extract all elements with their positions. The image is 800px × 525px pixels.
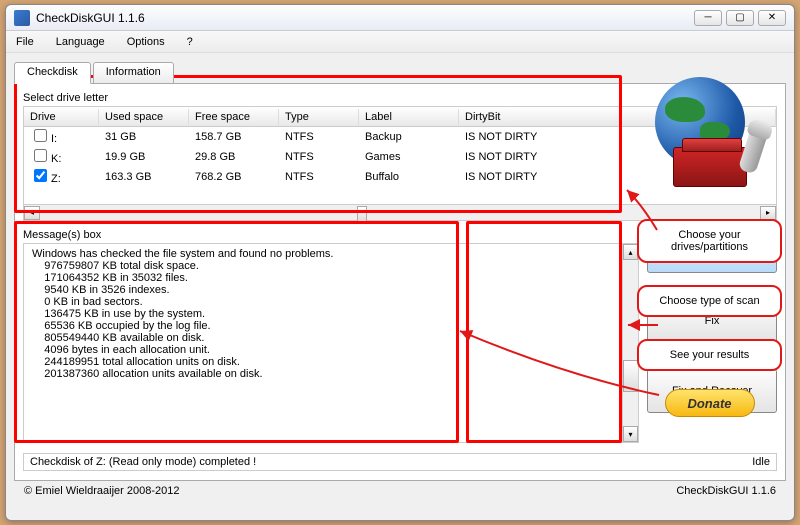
vertical-scrollbar[interactable]: ▴ ▾: [622, 244, 638, 442]
drive-checkbox[interactable]: [34, 169, 47, 182]
app-icon: [14, 10, 30, 26]
side-panel: Choose your drives/partitions Choose typ…: [637, 77, 782, 507]
message-line: 136475 KB in use by the system.: [32, 308, 630, 320]
tab-information[interactable]: Information: [93, 62, 174, 84]
message-line: 171064352 KB in 35032 files.: [32, 272, 630, 284]
col-label[interactable]: Label: [359, 109, 459, 125]
col-used[interactable]: Used space: [99, 109, 189, 125]
status-left: Checkdisk of Z: (Read only mode) complet…: [30, 456, 256, 468]
messages-label: Message(s) box: [23, 229, 639, 241]
scroll-left-button[interactable]: ◂: [24, 206, 40, 220]
message-line: Windows has checked the file system and …: [32, 248, 630, 260]
drive-checkbox[interactable]: [34, 149, 47, 162]
menu-file[interactable]: File: [12, 34, 38, 50]
window-title: CheckDiskGUI 1.1.6: [36, 11, 694, 25]
message-line: 65536 KB occupied by the log file.: [32, 320, 630, 332]
message-line: 9540 KB in 3526 indexes.: [32, 284, 630, 296]
message-line: 805549440 KB available on disk.: [32, 332, 630, 344]
menubar: File Language Options ?: [6, 31, 794, 53]
scroll-up-button[interactable]: ▴: [623, 244, 638, 260]
tabstrip: Checkdisk Information: [14, 62, 786, 84]
col-drive[interactable]: Drive: [24, 109, 99, 125]
messages-box[interactable]: Windows has checked the file system and …: [23, 243, 639, 443]
menu-options[interactable]: Options: [123, 34, 169, 50]
drive-checkbox[interactable]: [34, 129, 47, 142]
maximize-button[interactable]: ▢: [726, 10, 754, 26]
col-free[interactable]: Free space: [189, 109, 279, 125]
donate-button[interactable]: Donate: [665, 389, 755, 417]
minimize-button[interactable]: ─: [694, 10, 722, 26]
message-line: 0 KB in bad sectors.: [32, 296, 630, 308]
copyright: © Emiel Wieldraaijer 2008-2012: [24, 485, 179, 497]
scroll-track-v[interactable]: [623, 260, 638, 426]
menu-help[interactable]: ?: [183, 34, 197, 50]
close-button[interactable]: ✕: [758, 10, 786, 26]
message-line: 4096 bytes in each allocation unit.: [32, 344, 630, 356]
message-line: 976759807 KB total disk space.: [32, 260, 630, 272]
message-line: 244189951 total allocation units on disk…: [32, 356, 630, 368]
callout-scan: Choose type of scan: [637, 285, 782, 317]
callout-results: See your results: [637, 339, 782, 371]
menu-language[interactable]: Language: [52, 34, 109, 50]
titlebar[interactable]: CheckDiskGUI 1.1.6 ─ ▢ ✕: [6, 5, 794, 31]
toolbox-icon: [665, 147, 755, 197]
col-type[interactable]: Type: [279, 109, 359, 125]
tab-checkdisk[interactable]: Checkdisk: [14, 62, 91, 84]
message-line: 201387360 allocation units available on …: [32, 368, 630, 380]
callout-drives: Choose your drives/partitions: [637, 219, 782, 263]
scroll-down-button[interactable]: ▾: [623, 426, 638, 442]
app-window: CheckDiskGUI 1.1.6 ─ ▢ ✕ File Language O…: [5, 4, 795, 521]
